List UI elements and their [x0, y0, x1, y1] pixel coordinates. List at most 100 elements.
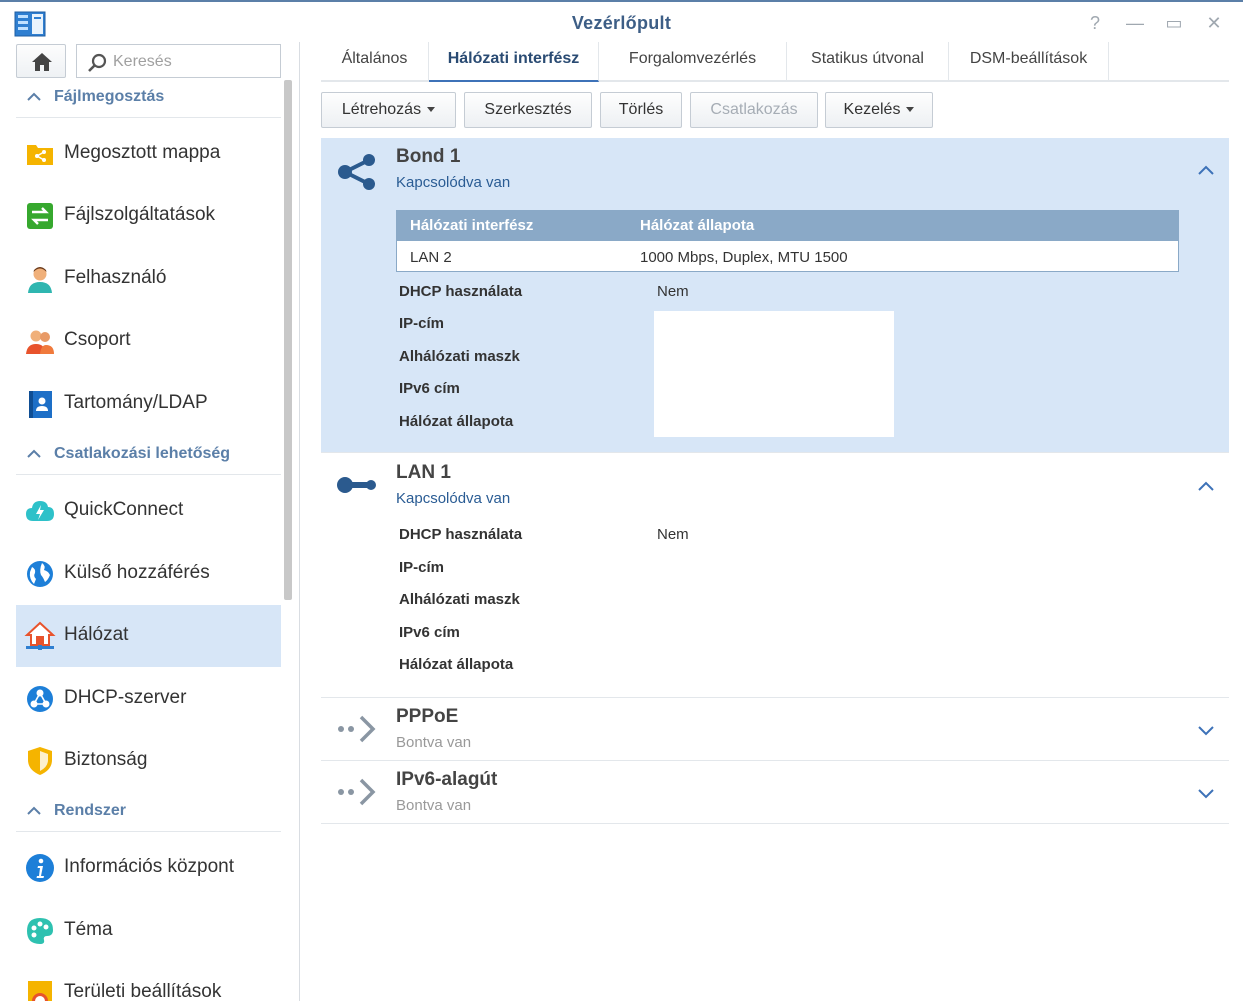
chevron-up-icon[interactable]	[1197, 480, 1215, 492]
subnet-mask-label: Alhálózati maszk	[399, 591, 520, 608]
edit-button[interactable]: Szerkesztés	[464, 92, 592, 128]
sidebar-item-shared-folder[interactable]: Megosztott mappa	[16, 123, 281, 185]
sidebar-item-network[interactable]: Hálózat	[16, 605, 281, 667]
section-file-sharing[interactable]: Fájlmegosztás	[16, 80, 281, 118]
tab-traffic-control[interactable]: Forgalomvezérlés	[599, 42, 787, 82]
column-header: Hálózat állapota	[640, 217, 755, 234]
tab-bar: Általános Hálózati interfész Forgalomvez…	[321, 42, 1229, 82]
sidebar-item-label: Tartomány/LDAP	[64, 392, 208, 413]
sidebar-item-label: Fájlszolgáltatások	[64, 204, 216, 225]
ip-label: IP-cím	[399, 315, 445, 332]
tab-network-interface[interactable]: Hálózati interfész	[429, 42, 599, 82]
sidebar-item-label: Felhasználó	[64, 267, 167, 288]
tab-static-route[interactable]: Statikus útvonal	[787, 42, 949, 82]
sidebar-item-dhcp-server[interactable]: DHCP-szerver	[16, 668, 281, 730]
sidebar-item-file-services[interactable]: Fájlszolgáltatások	[16, 185, 281, 247]
sidebar-item-domain-ldap[interactable]: Tartomány/LDAP	[16, 373, 281, 435]
ip-label: IP-cím	[399, 559, 445, 576]
sidebar-item-label: Téma	[64, 919, 113, 940]
share-icon	[338, 154, 375, 190]
sidebar-item-label: Hálózat	[64, 624, 129, 645]
sidebar-item-user[interactable]: Felhasználó	[16, 248, 281, 310]
section-connectivity[interactable]: Csatlakozási lehetőség	[16, 437, 281, 475]
home-icon	[32, 53, 52, 71]
manage-button-label: Kezelés	[843, 101, 901, 118]
sidebar-item-label: QuickConnect	[64, 499, 184, 520]
main-content: Általános Hálózati interfész Forgalomvez…	[301, 42, 1243, 1001]
interface-panel-lan1[interactable]: LAN 1 Kapcsolódva van DHCP használata Ne…	[321, 454, 1229, 698]
sidebar-scrollbar[interactable]	[284, 80, 292, 600]
ipv6-label: IPv6 cím	[399, 380, 460, 397]
search-box[interactable]	[76, 44, 281, 78]
minimize-button[interactable]: —	[1124, 12, 1146, 34]
interface-status: Kapcsolódva van	[396, 174, 511, 191]
interface-panel-bond1[interactable]: Bond 1 Kapcsolódva van Hálózati interfés…	[321, 138, 1229, 453]
sidebar-item-security[interactable]: Biztonság	[16, 730, 281, 792]
delete-button[interactable]: Törlés	[600, 92, 682, 128]
disconnected-arrow-icon	[338, 778, 376, 806]
dhcp-server-icon	[27, 686, 53, 712]
quickconnect-icon	[26, 501, 54, 521]
sidebar-item-theme[interactable]: Téma	[16, 900, 281, 962]
create-button[interactable]: Létrehozás	[321, 92, 456, 128]
interface-name: Bond 1	[396, 146, 461, 167]
sidebar-item-info-center[interactable]: Információs központ	[16, 837, 281, 899]
dhcp-label: DHCP használata	[399, 526, 523, 543]
search-input[interactable]	[113, 51, 273, 73]
chevron-up-icon	[27, 806, 41, 815]
chevron-up-icon[interactable]	[1197, 164, 1215, 176]
sidebar-item-label: DHCP-szerver	[64, 687, 187, 708]
section-title: Csatlakozási lehetőség	[54, 445, 231, 462]
caret-down-icon	[427, 107, 436, 113]
info-center-icon	[26, 854, 54, 882]
sidebar-item-external-access[interactable]: Külső hozzáférés	[16, 543, 281, 605]
regional-settings-icon	[28, 981, 52, 1001]
create-button-label: Létrehozás	[341, 101, 422, 118]
interface-name: LAN 1	[396, 462, 451, 483]
subnet-mask-label: Alhálózati maszk	[399, 348, 520, 365]
table-header: Hálózati interfész Hálózat állapota	[397, 211, 1178, 241]
chevron-down-icon[interactable]	[1197, 788, 1215, 800]
sidebar-item-quickconnect[interactable]: QuickConnect	[16, 480, 281, 542]
external-access-icon	[27, 561, 53, 587]
window-title: Vezérlőpult	[571, 13, 672, 33]
interface-panel-ipv6-tunnel[interactable]: IPv6-alagút Bontva van	[321, 762, 1229, 824]
table-cell: 1000 Mbps, Duplex, MTU 1500	[640, 249, 848, 266]
sidebar-item-regional-settings[interactable]: Területi beállítások	[16, 962, 281, 1001]
chevron-down-icon[interactable]	[1197, 725, 1215, 737]
theme-icon	[27, 918, 53, 944]
bond-members-table: Hálózati interfész Hálózat állapota LAN …	[396, 210, 1179, 272]
section-title: Fájlmegosztás	[54, 88, 165, 105]
caret-down-icon	[906, 107, 915, 113]
sidebar-item-label: Külső hozzáférés	[64, 562, 210, 583]
network-state-label: Hálózat állapota	[399, 413, 514, 430]
section-system[interactable]: Rendszer	[16, 794, 281, 832]
network-state-label: Hálózat állapota	[399, 656, 514, 673]
table-cell: LAN 2	[410, 249, 452, 266]
manage-button[interactable]: Kezelés	[825, 92, 933, 128]
connect-button[interactable]: Csatlakozás	[690, 92, 818, 128]
sidebar-item-group[interactable]: Csoport	[16, 310, 281, 372]
disconnected-arrow-icon	[338, 715, 376, 743]
home-button[interactable]	[16, 44, 66, 78]
interface-panel-pppoe[interactable]: PPPoE Bontva van	[321, 699, 1229, 761]
search-icon	[88, 53, 107, 72]
dhcp-label: DHCP használata	[399, 283, 523, 300]
title-bar: Vezérlőpult ? — ▭ ✕	[0, 0, 1243, 42]
help-button[interactable]: ?	[1084, 12, 1106, 34]
interface-name: IPv6-alagút	[396, 769, 498, 790]
shield-icon	[28, 747, 52, 775]
sidebar-item-label: Biztonság	[64, 749, 148, 770]
section-title: Rendszer	[54, 802, 127, 819]
chevron-up-icon	[27, 92, 41, 101]
shared-folder-icon	[27, 145, 53, 165]
maximize-button[interactable]: ▭	[1163, 12, 1185, 34]
interface-status: Kapcsolódva van	[396, 490, 511, 507]
tab-dsm-settings[interactable]: DSM-beállítások	[949, 42, 1109, 82]
sidebar-item-label: Területi beállítások	[64, 981, 222, 1001]
close-button[interactable]: ✕	[1203, 12, 1225, 34]
domain-ldap-icon	[29, 391, 52, 418]
tab-general[interactable]: Általános	[321, 42, 429, 82]
sidebar: Fájlmegosztás Megosztott mappa Fájlszolg…	[0, 42, 300, 1001]
interface-status: Bontva van	[396, 734, 472, 751]
